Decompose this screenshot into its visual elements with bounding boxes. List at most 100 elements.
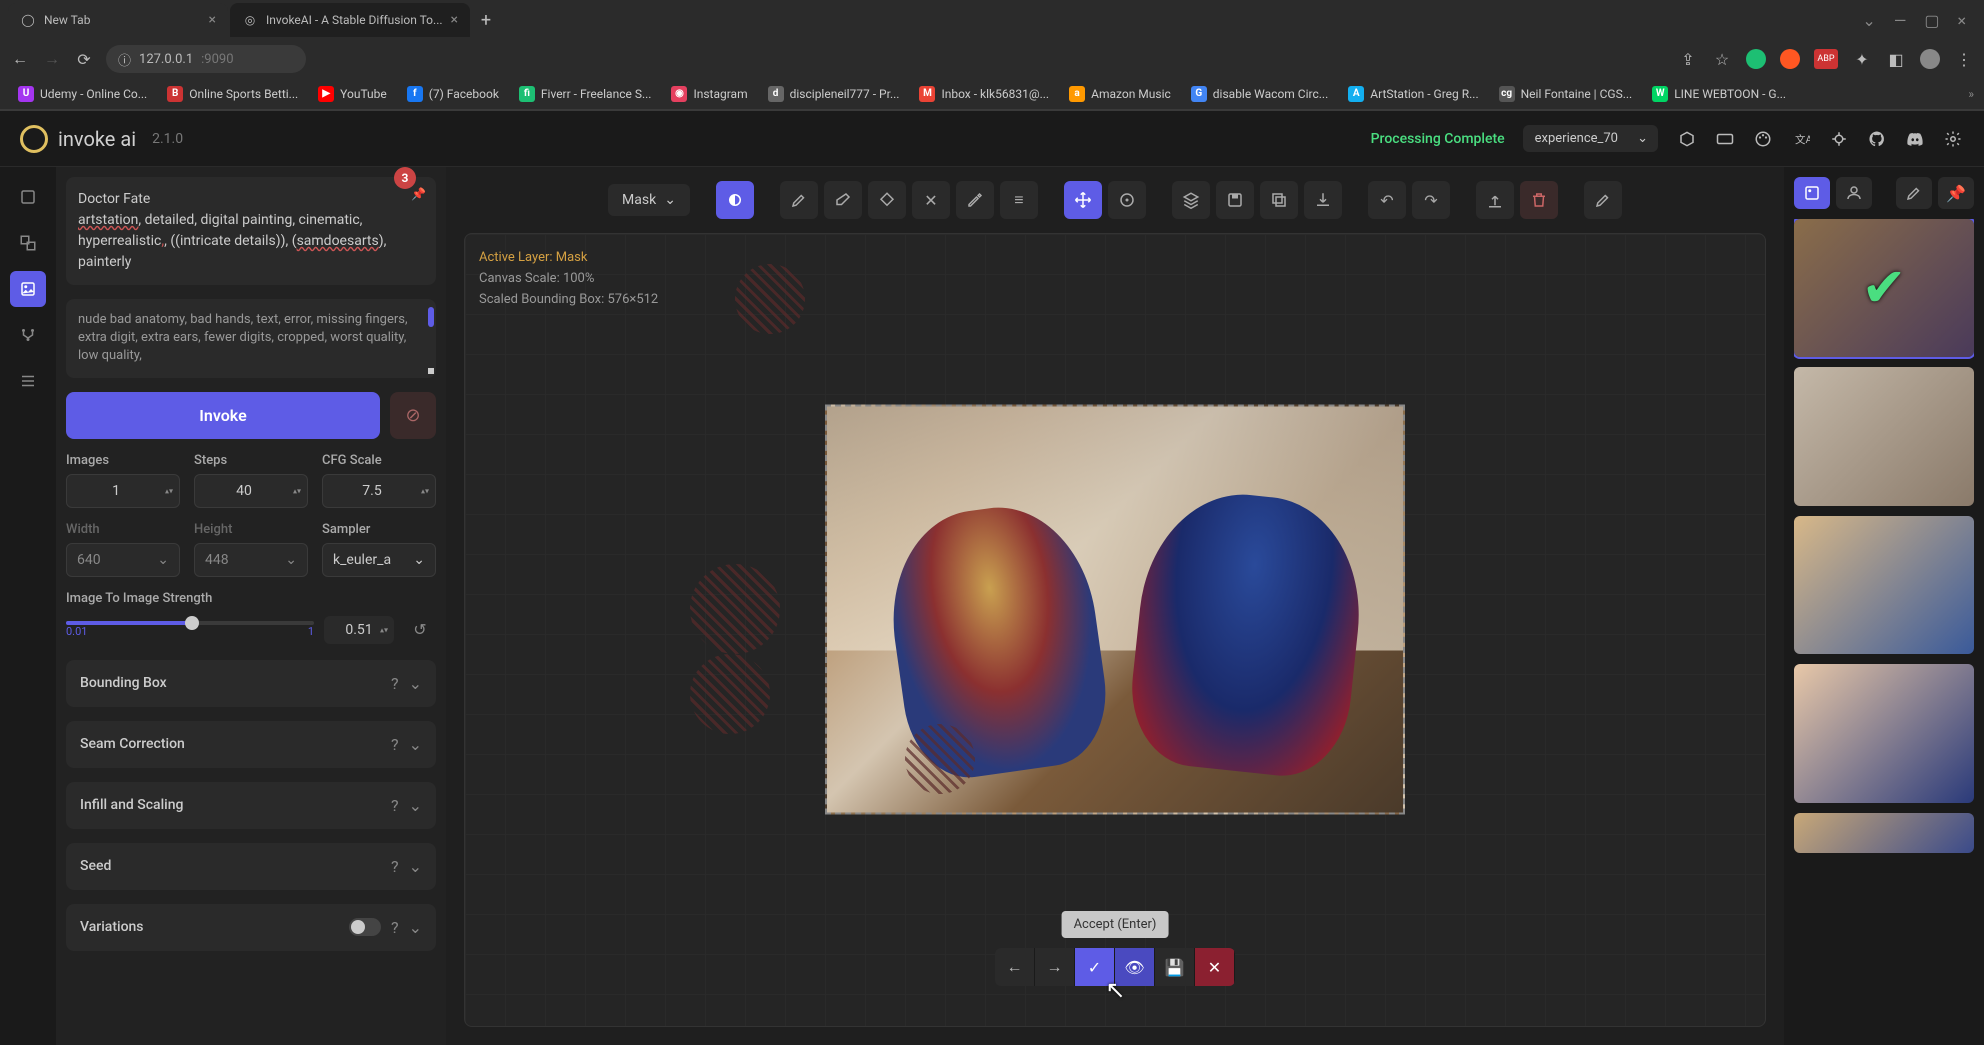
help-icon[interactable]: ? (391, 674, 399, 693)
discord-icon[interactable] (1904, 128, 1926, 150)
gallery-settings-button[interactable] (1896, 177, 1932, 209)
transform-tool-button[interactable] (1108, 181, 1146, 219)
brush-tool-button[interactable] (780, 181, 818, 219)
nodes-tab-icon[interactable] (10, 317, 46, 353)
bookmark-item[interactable]: WLINE WEBTOON - G... (1644, 82, 1794, 106)
star-icon[interactable]: ☆ (1712, 50, 1732, 69)
spinner-icon[interactable]: ▴▾ (165, 486, 173, 495)
staging-accept-button[interactable]: ✓ (1075, 948, 1115, 986)
bookmark-item[interactable]: UUdemy - Online Co... (10, 82, 155, 106)
gallery-thumb[interactable] (1794, 813, 1974, 853)
scrollbar-thumb[interactable] (428, 307, 434, 327)
invoke-button[interactable]: Invoke (66, 392, 380, 439)
canvas-tab-icon[interactable] (10, 271, 46, 307)
settings-icon[interactable] (1942, 128, 1964, 150)
gallery-user-tab[interactable] (1836, 177, 1872, 209)
bookmark-item[interactable]: AArtStation - Greg R... (1340, 82, 1486, 106)
help-icon[interactable]: ? (391, 735, 399, 754)
help-icon[interactable]: ? (391, 918, 399, 937)
forward-button[interactable]: → (42, 49, 62, 69)
ext-icon[interactable] (1746, 49, 1766, 69)
sidepanel-icon[interactable]: ◧ (1886, 50, 1906, 69)
staging-next-button[interactable]: → (1035, 948, 1075, 986)
steps-input[interactable]: 40▴▾ (194, 474, 308, 508)
gallery-thumb[interactable]: ✔ (1794, 219, 1974, 357)
negative-prompt-input[interactable]: nude bad anatomy, bad hands, text, error… (66, 299, 436, 378)
staging-discard-button[interactable]: ✕ (1195, 948, 1235, 986)
bookmark-item[interactable]: BOnline Sports Betti... (159, 82, 306, 106)
postprocess-tab-icon[interactable] (10, 363, 46, 399)
layer-select[interactable]: Mask⌄ (608, 184, 690, 216)
canvas-viewport[interactable]: Active Layer: Mask Canvas Scale: 100% Sc… (464, 233, 1766, 1027)
spinner-icon[interactable]: ▴▾ (293, 486, 301, 495)
txt2img-tab-icon[interactable] (10, 179, 46, 215)
bookmark-item[interactable]: MInbox - klk56831@... (911, 82, 1057, 106)
canvas-settings-button[interactable] (1584, 181, 1622, 219)
pin-icon[interactable]: 📌 (411, 187, 426, 201)
fill-tool-button[interactable] (868, 181, 906, 219)
width-select[interactable]: 640⌄ (66, 543, 180, 577)
variations-toggle[interactable] (349, 918, 381, 936)
colorpicker-button[interactable] (956, 181, 994, 219)
new-tab-button[interactable]: + (472, 6, 500, 34)
img2img-tab-icon[interactable] (10, 225, 46, 261)
github-icon[interactable] (1866, 128, 1888, 150)
gallery-pin-button[interactable]: 📌 (1938, 177, 1974, 209)
minimize-icon[interactable]: — (1894, 11, 1907, 30)
gallery-thumb[interactable] (1794, 516, 1974, 654)
save-button[interactable] (1216, 181, 1254, 219)
spinner-icon[interactable]: ▴▾ (421, 486, 429, 495)
layers-button[interactable] (1172, 181, 1210, 219)
bookmark-item[interactable]: ▶YouTube (310, 82, 395, 106)
chevron-down-icon[interactable]: ⌄ (1862, 11, 1875, 30)
mask-tool-button[interactable] (716, 181, 754, 219)
close-icon[interactable]: × (209, 12, 216, 28)
share-icon[interactable]: ⇪ (1678, 50, 1698, 69)
ext-icon[interactable]: ABP (1814, 49, 1838, 69)
url-bar[interactable]: ⓘ 127.0.0.1:9090 (106, 45, 306, 73)
bookmark-item[interactable]: cgNeil Fontaine | CGS... (1491, 82, 1641, 106)
language-icon[interactable]: 文A (1790, 128, 1812, 150)
cancel-button[interactable]: ⊘ (390, 392, 436, 439)
variations-accordion[interactable]: Variations ?⌄ (66, 904, 436, 951)
strength-value-input[interactable]: 0.51▴▾ (324, 616, 394, 644)
clear-button[interactable]: ✕ (912, 181, 950, 219)
browser-tab-invokeai[interactable]: ◎ InvokeAI - A Stable Diffusion To... × (230, 3, 470, 37)
extensions-icon[interactable]: ✦ (1852, 50, 1872, 69)
images-input[interactable]: 1▴▾ (66, 474, 180, 508)
close-icon[interactable]: × (451, 12, 458, 28)
palette-icon[interactable] (1752, 128, 1774, 150)
sampler-select[interactable]: k_euler_a⌄ (322, 543, 436, 577)
upload-button[interactable] (1476, 181, 1514, 219)
infill-scaling-accordion[interactable]: Infill and Scaling ?⌄ (66, 782, 436, 829)
profile-avatar[interactable] (1920, 49, 1940, 69)
lines-icon[interactable]: ≡ (1000, 181, 1038, 219)
menu-icon[interactable]: ⋮ (1954, 50, 1974, 69)
undo-button[interactable]: ↶ (1368, 181, 1406, 219)
move-tool-button[interactable] (1064, 181, 1102, 219)
close-icon[interactable]: × (1957, 11, 1966, 30)
bookmark-item[interactable]: f(7) Facebook (399, 82, 507, 106)
staging-show-button[interactable]: 👁 (1115, 948, 1155, 986)
height-select[interactable]: 448⌄ (194, 543, 308, 577)
maximize-icon[interactable]: ▢ (1924, 11, 1939, 30)
strength-slider[interactable] (66, 621, 314, 625)
reset-button[interactable]: ↺ (404, 614, 436, 646)
delete-button[interactable] (1520, 181, 1558, 219)
bookmarks-overflow-icon[interactable]: » (1968, 87, 1974, 101)
bookmark-item[interactable]: aAmazon Music (1061, 82, 1179, 106)
slider-thumb[interactable] (185, 616, 199, 630)
bounding-box-accordion[interactable]: Bounding Box ?⌄ (66, 660, 436, 707)
bookmark-item[interactable]: ddiscipleneil777 - Pr... (760, 82, 908, 106)
bug-icon[interactable] (1828, 128, 1850, 150)
ext-icon[interactable] (1780, 49, 1800, 69)
prompt-input[interactable]: 📌 Doctor Fate artstation, detailed, digi… (66, 177, 436, 285)
bookmark-item[interactable]: Gdisable Wacom Circ... (1183, 82, 1336, 106)
staging-prev-button[interactable]: ← (995, 948, 1035, 986)
cfg-input[interactable]: 7.5▴▾ (322, 474, 436, 508)
help-icon[interactable]: ? (391, 796, 399, 815)
model-select[interactable]: experience_70 ⌄ (1523, 125, 1658, 152)
download-button[interactable] (1304, 181, 1342, 219)
back-button[interactable]: ← (10, 49, 30, 69)
help-icon[interactable]: ? (391, 857, 399, 876)
